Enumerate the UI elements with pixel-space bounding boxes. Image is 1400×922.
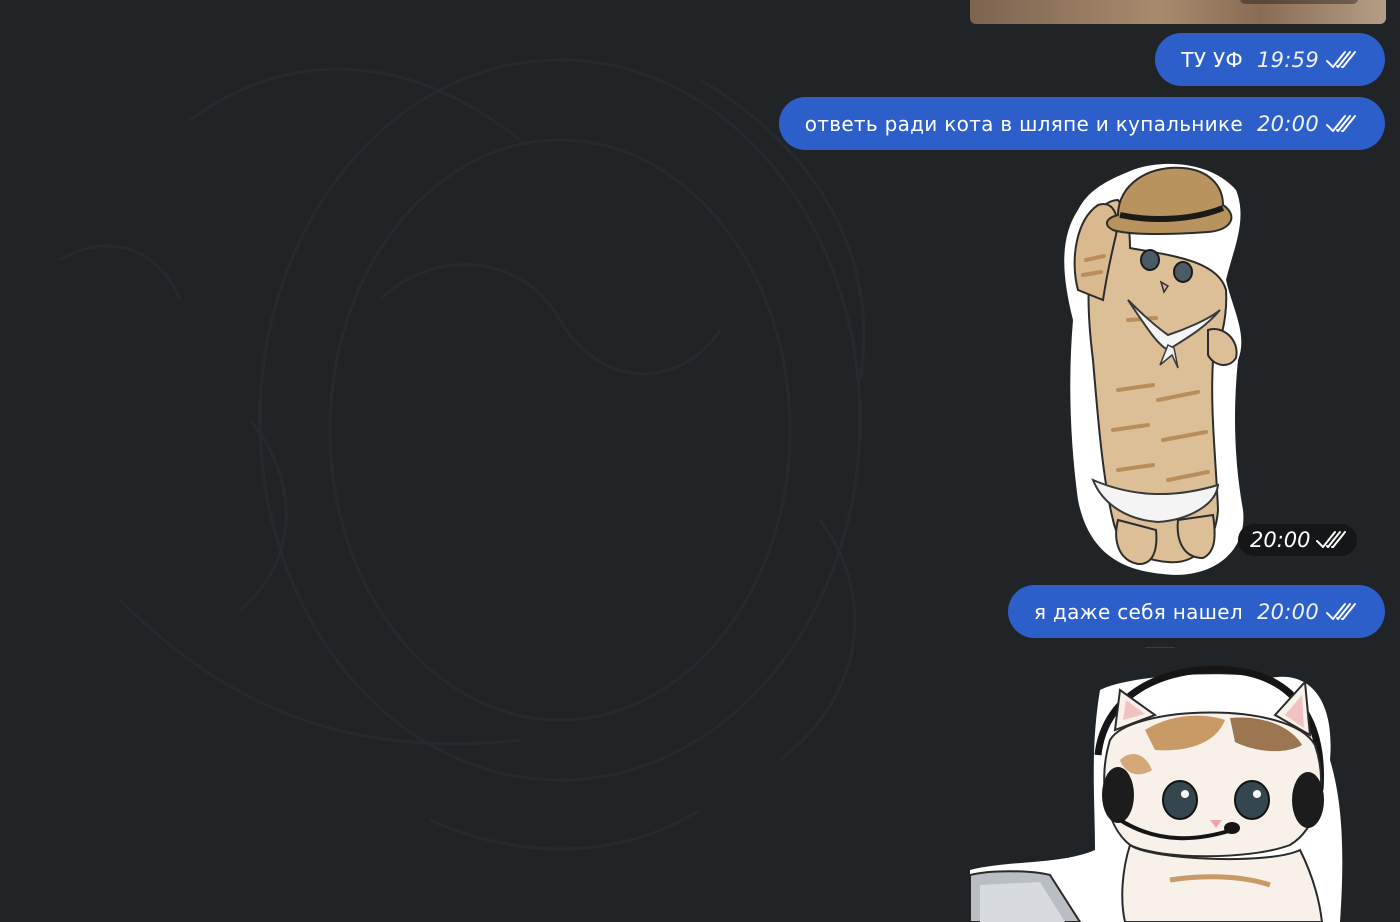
message-text: я даже себя нашел (1033, 599, 1243, 624)
double-check-icon (1325, 49, 1357, 71)
message-time: 19:59 (1256, 47, 1319, 72)
double-check-icon (1315, 529, 1347, 551)
outgoing-message[interactable]: ТУ УФ 19:59 (1155, 33, 1385, 86)
outgoing-message[interactable]: ответь ради кота в шляпе и купальнике 20… (778, 97, 1385, 150)
message-time: 20:00 (1250, 528, 1311, 552)
sticker-time-badge: 20:00 (1238, 524, 1357, 556)
divider (1145, 647, 1175, 648)
double-check-icon (1325, 601, 1357, 623)
cat-in-hat-sticker[interactable] (1058, 160, 1248, 578)
photo-time-badge (1240, 0, 1358, 4)
message-time: 20:00 (1256, 111, 1319, 136)
outgoing-message[interactable]: я даже себя нашел 20:00 (1007, 585, 1385, 638)
double-check-icon (1325, 113, 1357, 135)
cat-with-headset-sticker[interactable] (970, 660, 1370, 922)
message-time: 20:00 (1256, 599, 1319, 624)
photo-message-partial[interactable] (970, 0, 1386, 24)
message-text: ответь ради кота в шляпе и купальнике (804, 111, 1243, 136)
chat-area[interactable]: ТУ УФ 19:59 ответь ради кота в шляпе и к… (0, 0, 1400, 922)
message-text: ТУ УФ (1181, 47, 1243, 72)
